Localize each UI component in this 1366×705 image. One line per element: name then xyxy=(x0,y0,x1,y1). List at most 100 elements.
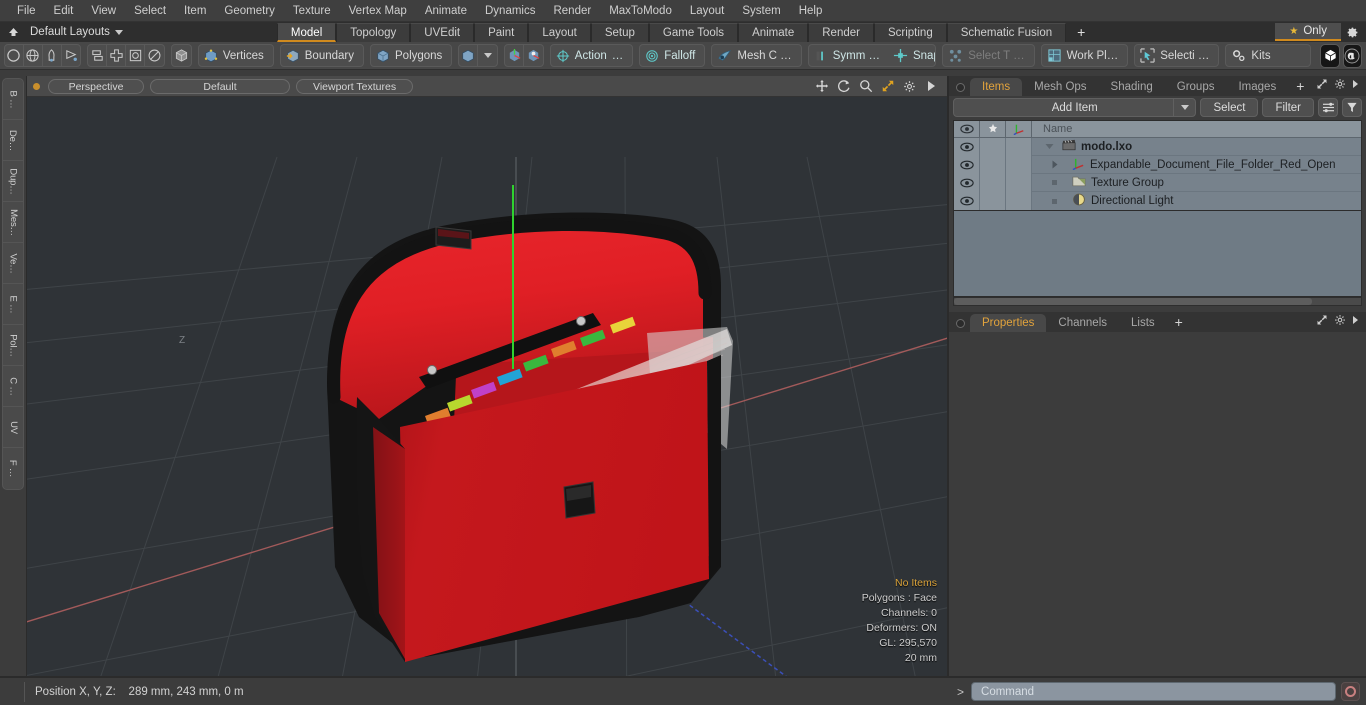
tab-items[interactable]: Items xyxy=(970,78,1023,96)
modo-cube-icon[interactable] xyxy=(1320,43,1340,68)
expander-icon[interactable] xyxy=(1036,160,1062,169)
menu-item-file[interactable]: File xyxy=(8,0,45,22)
expander-icon[interactable] xyxy=(1036,142,1062,151)
item-list-hscrollbar[interactable] xyxy=(953,297,1362,306)
tab-setup[interactable]: Setup xyxy=(590,22,649,42)
row-eye-toggle[interactable] xyxy=(954,192,980,210)
menu-item-vertex-map[interactable]: Vertex Map xyxy=(340,0,416,22)
chevron-right-icon[interactable] xyxy=(1352,79,1360,92)
menu-item-animate[interactable]: Animate xyxy=(416,0,476,22)
curve-icon[interactable] xyxy=(62,45,81,66)
left-tab-polygon[interactable]: Pol… xyxy=(3,325,23,366)
row-eye-toggle[interactable] xyxy=(954,173,980,192)
up-arrow-icon[interactable] xyxy=(4,23,22,41)
filter-button[interactable]: Filter xyxy=(1262,98,1314,117)
viewport-3d-canvas[interactable]: Z No Items Polygons: Face Channels: 0 D… xyxy=(27,97,947,676)
row-axis-cell[interactable] xyxy=(1006,155,1032,174)
gear-icon[interactable] xyxy=(1341,23,1363,41)
left-tab-uv[interactable]: UV xyxy=(3,407,23,448)
left-tab-vertex[interactable]: Ve… xyxy=(3,243,23,284)
left-tab-edge[interactable]: E … xyxy=(3,284,23,325)
left-tab-curve[interactable]: C … xyxy=(3,366,23,407)
row-axis-cell[interactable] xyxy=(1006,192,1032,210)
row-lock-cell[interactable] xyxy=(980,173,1006,192)
tab-mesh-ops[interactable]: Mesh Ops xyxy=(1022,78,1098,96)
tab-schematic-fusion[interactable]: Schematic Fusion xyxy=(946,22,1067,42)
gear-icon[interactable] xyxy=(1334,314,1346,329)
falloff-button[interactable]: Falloff xyxy=(639,44,706,67)
work-plane-button[interactable]: Work Pl… xyxy=(1040,44,1129,67)
panel-menu-dot-icon[interactable] xyxy=(956,83,965,92)
pen-icon[interactable] xyxy=(43,45,62,66)
bevel-icon[interactable] xyxy=(126,45,146,66)
tab-groups[interactable]: Groups xyxy=(1165,78,1227,96)
tab-lists[interactable]: Lists xyxy=(1119,314,1167,332)
eye-icon[interactable] xyxy=(954,120,980,138)
play-icon[interactable] xyxy=(924,79,939,94)
select-through-button[interactable]: Select T … xyxy=(942,44,1035,67)
tab-paint[interactable]: Paint xyxy=(474,22,529,42)
tab-model[interactable]: Model xyxy=(276,22,337,42)
add-properties-tab-button[interactable]: + xyxy=(1167,314,1191,332)
menu-item-view[interactable]: View xyxy=(82,0,125,22)
expand-icon[interactable] xyxy=(1316,314,1328,329)
item-list-empty-area[interactable] xyxy=(953,211,1362,297)
row-lock-cell[interactable] xyxy=(980,137,1006,156)
selection-mode-cube-icon[interactable] xyxy=(459,45,479,66)
left-tab-duplicate[interactable]: Dup… xyxy=(3,161,23,202)
tab-channels[interactable]: Channels xyxy=(1046,314,1119,332)
row-lock-cell[interactable] xyxy=(980,155,1006,174)
row-axis-cell[interactable] xyxy=(1006,137,1032,156)
circle-icon[interactable] xyxy=(5,45,24,66)
menu-item-help[interactable]: Help xyxy=(790,0,832,22)
mirror-icon[interactable] xyxy=(88,45,108,66)
table-row[interactable]: modo.lxo xyxy=(954,137,1361,156)
menu-item-edit[interactable]: Edit xyxy=(45,0,83,22)
table-row[interactable]: Expandable_Document_File_Folder_Red_Open xyxy=(954,155,1361,174)
command-input[interactable]: Command xyxy=(971,682,1336,701)
select-button[interactable]: Select xyxy=(1200,98,1259,117)
only-toggle-button[interactable]: ★ Only xyxy=(1275,23,1341,41)
tab-render[interactable]: Render xyxy=(808,22,874,42)
axis-cube-red-icon[interactable] xyxy=(505,45,525,66)
menu-item-render[interactable]: Render xyxy=(544,0,600,22)
menu-item-layout[interactable]: Layout xyxy=(681,0,734,22)
row-eye-toggle[interactable] xyxy=(954,155,980,174)
scrollbar-thumb[interactable] xyxy=(954,298,1313,305)
properties-panel-body[interactable] xyxy=(949,332,1366,705)
table-row[interactable]: Directional Light xyxy=(954,192,1361,210)
tab-uvedit[interactable]: UVEdit xyxy=(410,22,475,42)
record-icon[interactable] xyxy=(1341,682,1360,701)
tab-properties[interactable]: Properties xyxy=(970,314,1047,332)
mesh-constraint-button[interactable]: Mesh C … xyxy=(711,44,802,67)
menu-item-maxtomodo[interactable]: MaxToModo xyxy=(600,0,681,22)
left-tab-basic[interactable]: B … xyxy=(3,79,23,120)
unreal-engine-icon[interactable] xyxy=(1342,43,1363,68)
tab-animate[interactable]: Animate xyxy=(738,22,809,42)
radial-icon[interactable] xyxy=(145,45,164,66)
array-icon[interactable] xyxy=(107,45,127,66)
chevron-right-icon[interactable] xyxy=(1352,315,1360,328)
viewport-projection-dropdown[interactable]: Perspective xyxy=(48,78,144,94)
viewport-style-dropdown[interactable]: Default xyxy=(150,78,290,94)
selection-mode-vertices[interactable]: Vertices xyxy=(197,44,274,67)
default-layouts-dropdown[interactable]: Default Layouts xyxy=(22,22,131,42)
menu-item-item[interactable]: Item xyxy=(175,0,215,22)
left-tab-fusion[interactable]: F … xyxy=(3,448,23,489)
table-row[interactable]: Texture Group xyxy=(954,173,1361,192)
action-center-button[interactable]: Action … xyxy=(549,44,634,67)
funnel-icon[interactable] xyxy=(1342,98,1362,117)
menu-item-select[interactable]: Select xyxy=(125,0,175,22)
row-lock-cell[interactable] xyxy=(980,192,1006,210)
menu-item-geometry[interactable]: Geometry xyxy=(215,0,284,22)
tab-layout[interactable]: Layout xyxy=(528,22,591,42)
left-tab-mesh-edit[interactable]: Mes… xyxy=(3,202,23,243)
row-eye-toggle[interactable] xyxy=(954,137,980,156)
chevron-down-icon[interactable] xyxy=(1173,99,1195,116)
axis-icon[interactable] xyxy=(1006,120,1032,138)
add-tab-button[interactable]: + xyxy=(1066,23,1096,42)
rotate-icon[interactable] xyxy=(836,79,851,94)
gear-icon[interactable] xyxy=(902,79,917,94)
gear-icon[interactable] xyxy=(1334,78,1346,93)
row-axis-cell[interactable] xyxy=(1006,173,1032,192)
